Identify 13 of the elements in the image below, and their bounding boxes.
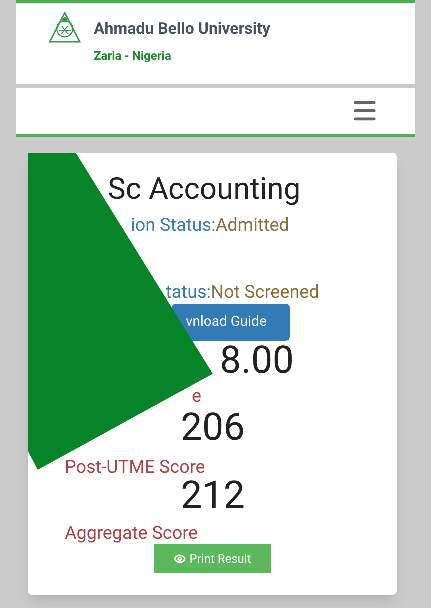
score-label: e	[192, 386, 202, 408]
site-title: Ahmadu Bello University	[94, 18, 271, 40]
score-label: Aggregate Score	[65, 522, 198, 546]
crest-logo	[48, 12, 82, 44]
score-value: 206	[181, 408, 246, 448]
print-button[interactable]: Print Result	[154, 544, 271, 573]
admission-status: ion Status:Admitted	[131, 214, 290, 238]
site-subtitle: Zaria - Nigeria	[94, 48, 172, 64]
screening-status: tatus:Not Screened	[166, 281, 320, 305]
eye-icon	[174, 552, 186, 564]
download-button[interactable]: vnload Guide	[172, 304, 290, 341]
score-value: 8.00	[220, 341, 294, 381]
programme-title: Sc Accounting	[108, 172, 301, 208]
